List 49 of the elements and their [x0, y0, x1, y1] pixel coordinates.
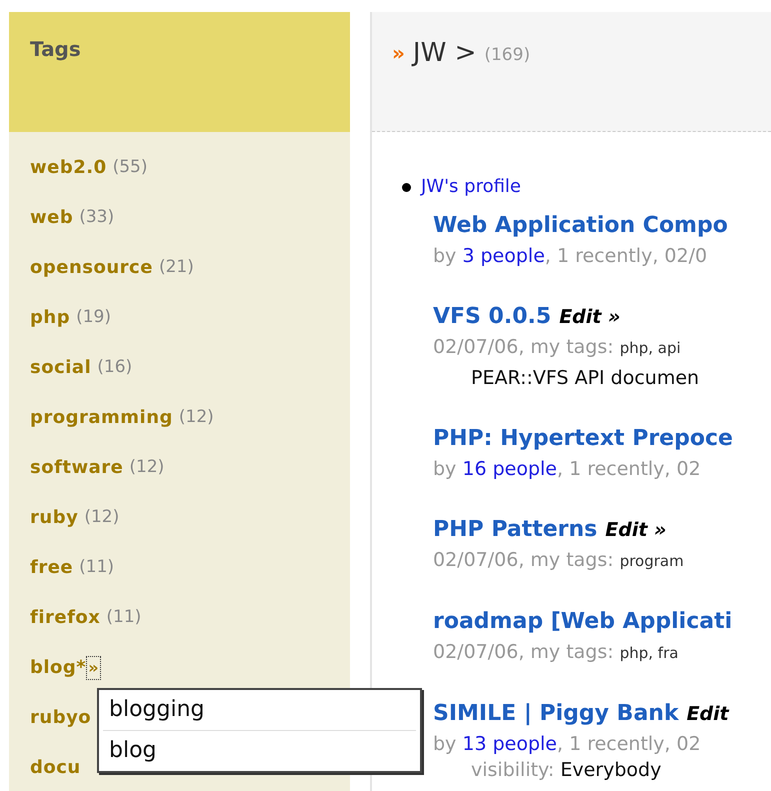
edit-link[interactable]: Edit: [686, 700, 729, 728]
bookmark-description: PEAR::VFS API documen: [470, 366, 700, 391]
tag-link[interactable]: opensource: [30, 254, 153, 281]
tag-link[interactable]: blog*: [30, 654, 86, 681]
bookmark-meta: 02/07/06, my tags: php, fra: [433, 640, 680, 665]
tag-count: (12): [84, 506, 120, 529]
bookmark-count: (169): [484, 44, 530, 67]
tag-link[interactable]: web2.0: [30, 154, 107, 181]
bookmark-meta: by 16 people, 1 recently, 02: [433, 457, 702, 482]
bookmark-title[interactable]: roadmap [Web Applicati: [433, 606, 732, 637]
tag-link[interactable]: docu: [30, 754, 81, 781]
profile-link[interactable]: JW's profile: [421, 174, 522, 200]
bookmark-title[interactable]: VFS 0.0.5: [433, 301, 552, 332]
edit-link[interactable]: Edit »: [605, 516, 666, 544]
bookmark-title[interactable]: SIMILE | Piggy Bank: [433, 698, 679, 729]
tag-count: (12): [178, 406, 214, 429]
tag-link[interactable]: rubyo: [30, 704, 92, 731]
tag-count: (11): [79, 556, 114, 579]
tag-count: (19): [76, 306, 111, 329]
edit-link[interactable]: Edit »: [559, 303, 620, 332]
bookmark-meta: by 3 people, 1 recently, 02/0: [433, 244, 708, 269]
tag-link[interactable]: social: [30, 354, 92, 381]
tag-link[interactable]: web: [30, 204, 74, 231]
tag-link[interactable]: ruby: [30, 504, 78, 531]
autocomplete-option[interactable]: blog: [103, 730, 416, 771]
tag-count: (21): [158, 256, 194, 279]
tag-count: (12): [129, 456, 164, 479]
breadcrumb: JW >: [412, 37, 476, 70]
autocomplete-option[interactable]: blogging: [103, 690, 416, 730]
sidebar-title: Tags: [30, 37, 81, 61]
expand-link[interactable]: »: [86, 656, 101, 680]
tag-link[interactable]: firefox: [30, 604, 100, 631]
bullet-icon: [402, 182, 411, 192]
bookmark-meta: 02/07/06, my tags: program: [433, 548, 685, 573]
tag-link[interactable]: programming: [30, 404, 173, 431]
tag-count: (16): [97, 356, 132, 379]
tag-link[interactable]: php: [30, 304, 70, 331]
bookmark-title[interactable]: PHP: Hypertext Prepoce: [433, 423, 733, 454]
header-marker: »: [392, 40, 405, 67]
bookmark-title[interactable]: PHP Patterns: [433, 514, 598, 545]
bookmark-meta: by 13 people, 1 recently, 02: [433, 732, 702, 757]
bookmark-meta: 02/07/06, my tags: php, api: [433, 335, 682, 360]
visibility-text: visibility: Everybody: [470, 759, 662, 781]
bookmark-title[interactable]: Web Application Compo: [433, 210, 728, 241]
tag-link[interactable]: free: [30, 554, 74, 581]
tag-count: (55): [112, 156, 148, 179]
tag-count: (33): [79, 206, 114, 229]
tag-count: (11): [106, 606, 142, 629]
tag-link[interactable]: software: [30, 454, 124, 481]
